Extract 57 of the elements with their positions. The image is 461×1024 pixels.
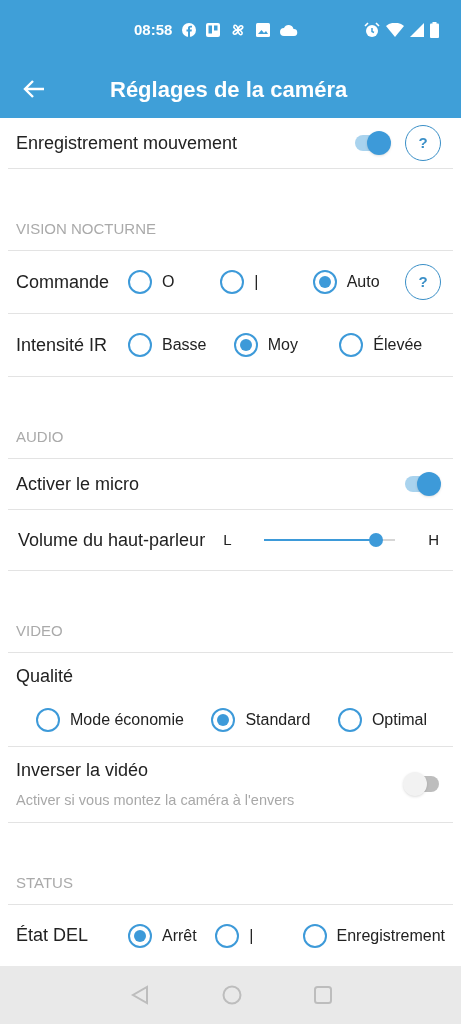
cloud-icon (280, 24, 299, 36)
section-header: VISION NOCTURNE (16, 219, 156, 240)
setting-label: Intensité IR (16, 333, 109, 357)
setting-label: Inverser la vidéo (16, 759, 150, 782)
setting-label: Qualité (16, 665, 75, 688)
setting-label: État DEL (16, 924, 90, 948)
setting-description: Activer si vous montez la caméra à l'envers (16, 791, 295, 810)
radio-button[interactable] (233, 333, 258, 357)
facebook-icon (182, 23, 197, 37)
radio-label: Mode économie (70, 710, 184, 730)
home-icon[interactable] (221, 985, 242, 1005)
wifi-icon (386, 23, 404, 37)
recents-icon[interactable] (313, 986, 332, 1004)
section-header: AUDIO (16, 427, 64, 448)
radio-button[interactable] (128, 333, 152, 357)
radio-button[interactable] (337, 708, 362, 732)
toggle-switch[interactable] (403, 472, 441, 496)
radio-button[interactable] (128, 270, 152, 294)
signal-icon (410, 23, 424, 37)
alarm-icon (364, 22, 380, 38)
radio-label: | (249, 925, 254, 946)
screen-title: Réglages de la caméra (110, 75, 348, 104)
radio-button[interactable] (312, 270, 337, 294)
radio-label: Enregistrement (336, 925, 445, 946)
slider-thumb[interactable] (368, 533, 383, 547)
setting-label: Commande (16, 270, 111, 294)
radio-button[interactable] (36, 708, 60, 732)
radio-button[interactable] (339, 333, 364, 357)
radio-label: O (162, 272, 175, 292)
radio-label: Auto (346, 272, 380, 292)
section-header: VIDEO (16, 621, 63, 642)
radio-label: Optimal (371, 710, 427, 730)
radio-label: Moy (267, 335, 298, 355)
toggle-switch[interactable] (403, 772, 441, 797)
radio-button[interactable] (215, 923, 240, 948)
radio-label: | (254, 272, 259, 292)
radio-label: Élevée (373, 334, 423, 355)
setting-label: Enregistrement mouvement (16, 131, 238, 155)
radio-label: Basse (162, 335, 207, 355)
radio-button[interactable] (302, 923, 327, 948)
radio-button[interactable] (128, 923, 152, 948)
setting-label: Activer le micro (16, 472, 140, 496)
setting-label: Volume du haut-parleur (18, 528, 206, 552)
status-time: 08:58 (134, 19, 173, 40)
radio-button[interactable] (211, 708, 236, 732)
slider-min-label: L (223, 529, 232, 550)
radio-label: Standard (245, 710, 311, 730)
back-icon[interactable] (129, 985, 150, 1005)
battery-icon (430, 22, 439, 38)
slider-max-label: H (428, 529, 440, 550)
radio-button[interactable] (220, 270, 245, 294)
board-icon (206, 23, 221, 37)
image-icon (256, 23, 271, 37)
radio-label: Arrêt (162, 925, 197, 946)
toggle-switch[interactable] (353, 131, 391, 155)
section-header: STATUS (16, 873, 73, 893)
back-arrow-icon (23, 79, 45, 99)
